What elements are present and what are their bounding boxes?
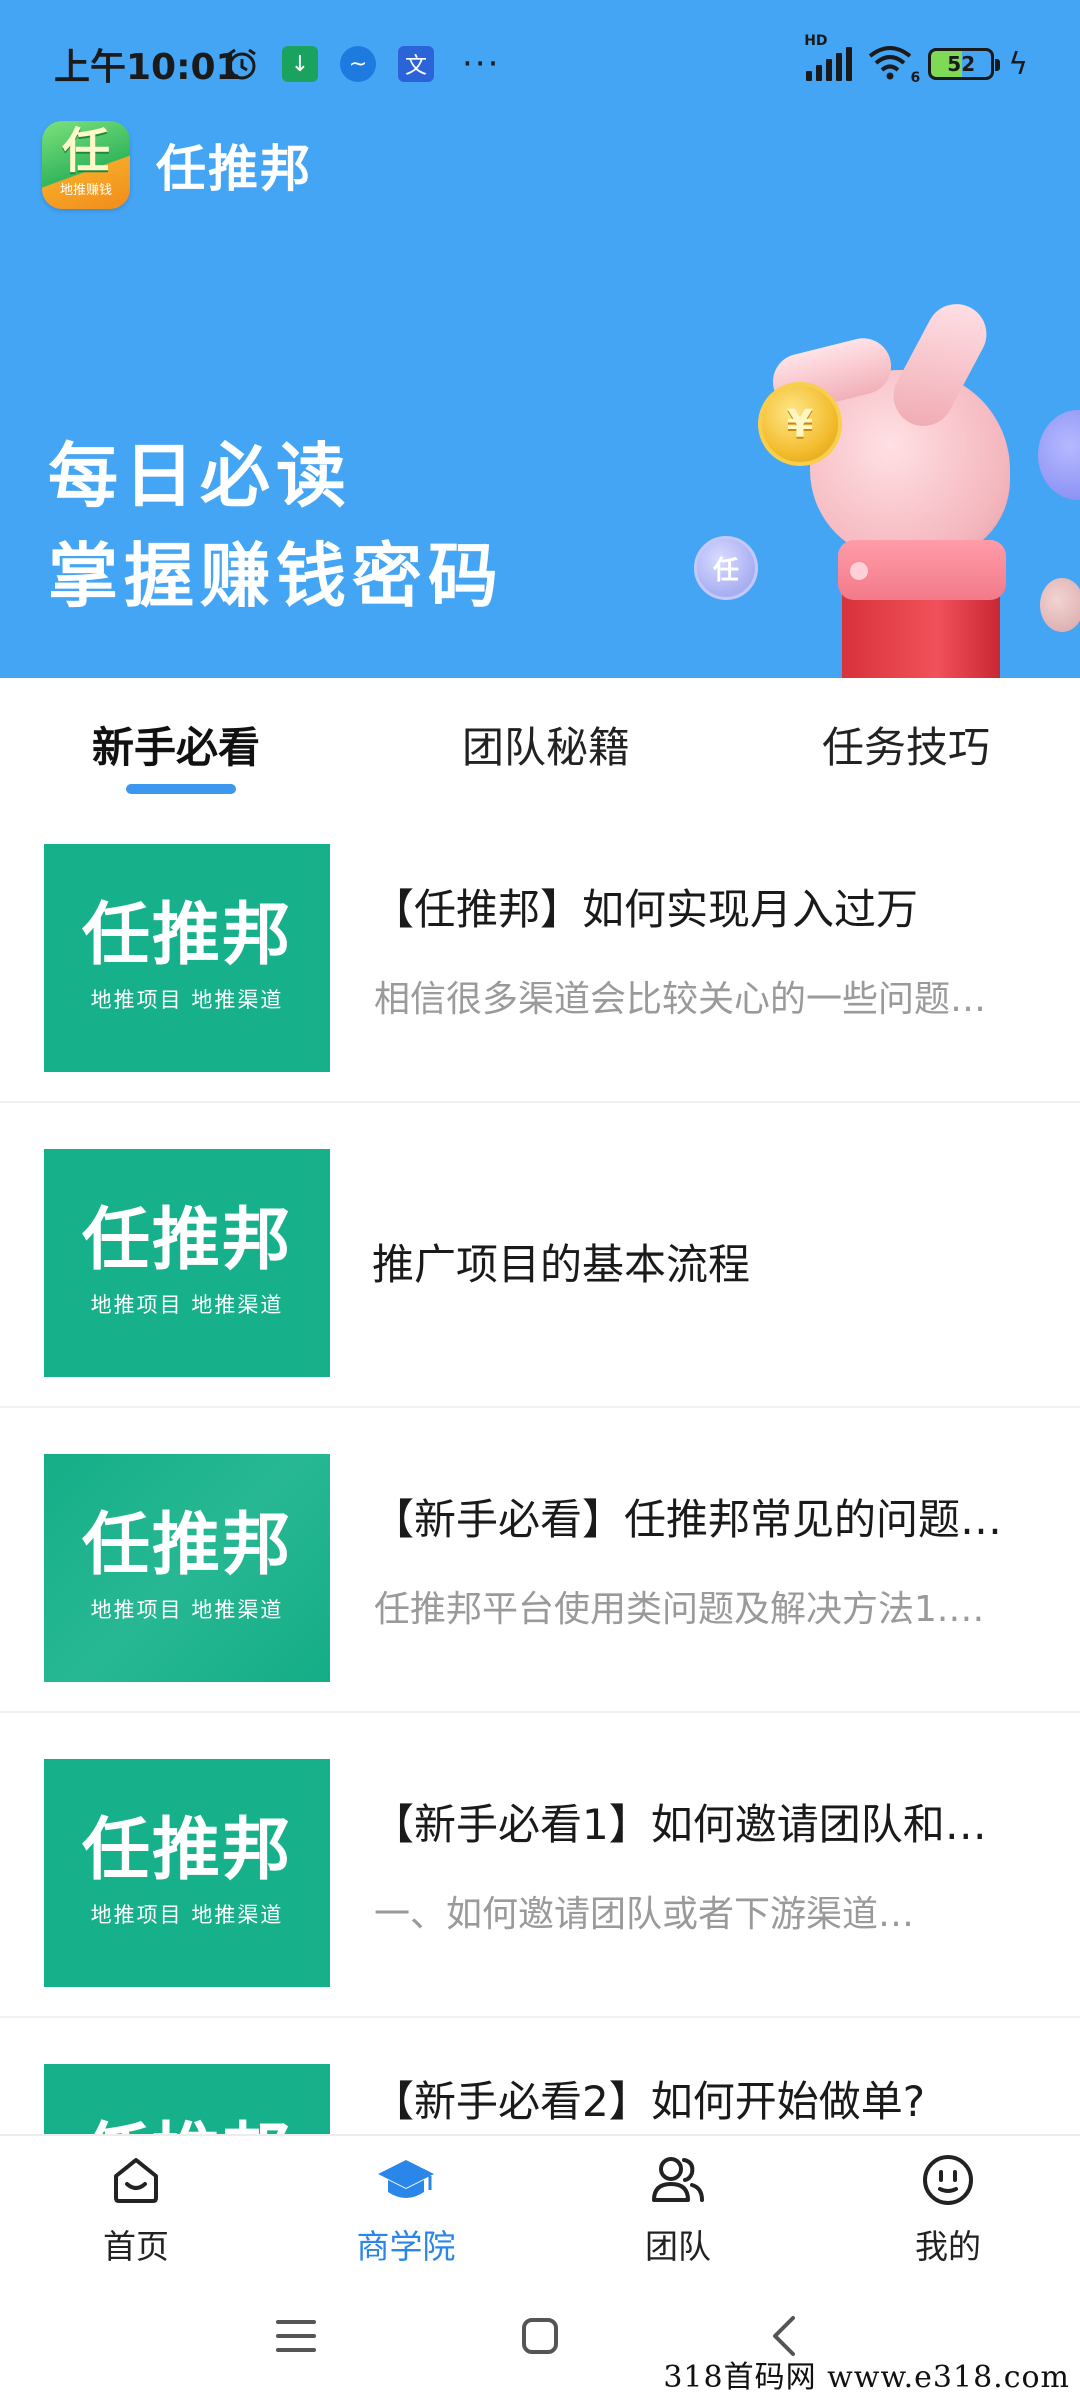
list-item[interactable]: 任推邦 地推项目 地推渠道 【新手必看2】如何开始做单? <box>0 2018 1080 2134</box>
wifi-6-label: 6 <box>910 70 921 86</box>
article-summary: 相信很多渠道会比较关心的一些问题… <box>374 979 987 1020</box>
bottom-navigation: 首页 商学院 团队 我的 <box>0 2134 1080 2270</box>
article-thumbnail: 任推邦 地推项目 地推渠道 <box>44 844 330 1072</box>
status-notification-icons: ↓ ~ 文 ··· <box>224 44 500 84</box>
list-item[interactable]: 任推邦 地推项目 地推渠道 推广项目的基本流程 <box>0 1103 1080 1408</box>
system-navigation-bar: 318首码网 www.e318.com <box>0 2270 1080 2400</box>
hero-banner: 上午10:01 ↓ ~ 文 ··· HD 6 52 ϟ 任 地推赚钱 任推邦 每… <box>0 0 1080 678</box>
article-title: 推广项目的基本流程 <box>372 1240 751 1289</box>
nav-team-label: 团队 <box>645 2227 711 2266</box>
article-title: 【新手必看2】如何开始做单? <box>372 2077 926 2126</box>
status-time: 上午10:01 <box>54 47 241 88</box>
app-title: 任推邦 <box>156 140 312 198</box>
team-icon <box>648 2150 708 2210</box>
nav-mine-label: 我的 <box>915 2227 981 2266</box>
list-item[interactable]: 任推邦 地推项目 地推渠道 【任推邦】如何实现月入过万 相信很多渠道会比较关心的… <box>0 798 1080 1103</box>
app-logo-tag: 地推赚钱 <box>59 182 112 198</box>
hand-holding-coin-illustration: ¥ <box>700 290 1080 678</box>
article-title: 【任推邦】如何实现月入过万 <box>372 885 919 934</box>
article-thumbnail: 任推邦 地推项目 地推渠道 <box>44 2064 330 2134</box>
app-logo: 任 地推赚钱 <box>42 121 130 209</box>
thumbnail-subtitle: 地推项目 地推渠道 <box>90 1293 284 1317</box>
article-thumbnail: 任推邦 地推项目 地推渠道 <box>44 1454 330 1682</box>
banner-subheadline: 掌握赚钱密码 <box>48 535 504 617</box>
active-tab-indicator <box>126 784 236 794</box>
alarm-icon <box>224 46 260 82</box>
more-notifications-icon: ··· <box>462 44 501 84</box>
cuff-button-illustration <box>850 562 868 580</box>
nav-home-label: 首页 <box>103 2227 169 2266</box>
article-thumbnail: 任推邦 地推项目 地推渠道 <box>44 1149 330 1377</box>
thumbnail-brand: 任推邦 <box>81 1506 292 1585</box>
article-title: 【新手必看1】如何邀请团队和… <box>372 1800 987 1849</box>
tab-task-skills[interactable]: 任务技巧 <box>822 714 990 775</box>
nav-business-school[interactable]: 商学院 <box>316 2150 496 2270</box>
tab-team-tips[interactable]: 团队秘籍 <box>462 714 630 775</box>
list-item[interactable]: 任推邦 地推项目 地推渠道 【新手必看1】如何邀请团队和… 一、如何邀请团队或者… <box>0 1713 1080 2018</box>
status-system-icons: HD 6 52 ϟ <box>804 33 1028 86</box>
article-summary: 一、如何邀请团队或者下游渠道… <box>374 1894 915 1935</box>
thumbnail-subtitle: 地推项目 地推渠道 <box>90 1598 284 1622</box>
wifi-icon: 6 <box>866 44 920 86</box>
graduation-cap-icon <box>376 2150 436 2210</box>
smiley-face-icon <box>918 2150 978 2210</box>
charging-icon: ϟ <box>1008 46 1028 82</box>
cell-signal-icon: HD <box>804 33 853 81</box>
battery-icon: 52 <box>928 48 1001 80</box>
battery-level: 52 <box>947 52 976 76</box>
app-logo-glyph: 任 <box>61 122 110 179</box>
thumbnail-brand: 任推邦 <box>82 2122 292 2135</box>
recent-apps-icon[interactable] <box>266 2306 326 2366</box>
nav-mine[interactable]: 我的 <box>858 2150 1038 2270</box>
thumbnail-brand: 任推邦 <box>81 1201 292 1280</box>
download-icon: ↓ <box>282 46 318 82</box>
list-item[interactable]: 任推邦 地推项目 地推渠道 【新手必看】任推邦常见的问题… 任推邦平台使用类问题… <box>0 1408 1080 1713</box>
home-button-icon[interactable] <box>510 2306 570 2366</box>
translate-icon: 文 <box>398 46 434 82</box>
watermark-text: 318首码网 www.e318.com <box>663 2360 1070 2395</box>
gold-coin-illustration: ¥ <box>758 382 842 466</box>
article-summary: 任推邦平台使用类问题及解决方法1.… <box>374 1589 985 1630</box>
nav-business-school-label: 商学院 <box>356 2227 456 2266</box>
home-icon <box>106 2150 166 2210</box>
app-bar: 任 地推赚钱 任推邦 <box>42 120 312 210</box>
hd-label: HD <box>804 33 828 49</box>
thumbnail-brand: 任推邦 <box>81 1811 292 1890</box>
article-title: 【新手必看】任推邦常见的问题… <box>372 1495 1003 1544</box>
article-list: 任推邦 地推项目 地推渠道 【任推邦】如何实现月入过万 相信很多渠道会比较关心的… <box>0 798 1080 2134</box>
nav-home[interactable]: 首页 <box>46 2150 226 2270</box>
app-notification-icon: ~ <box>340 46 376 82</box>
tab-newbie[interactable]: 新手必看 <box>92 714 260 775</box>
category-tabs: 新手必看 团队秘籍 任务技巧 <box>0 678 1080 798</box>
article-thumbnail: 任推邦 地推项目 地推渠道 <box>44 1759 330 1987</box>
status-bar: 上午10:01 ↓ ~ 文 ··· HD 6 52 ϟ <box>0 0 1080 120</box>
banner-headline: 每日必读 <box>48 435 352 517</box>
thumbnail-subtitle: 地推项目 地推渠道 <box>90 1903 284 1927</box>
thumbnail-brand: 任推邦 <box>81 896 292 975</box>
nav-team[interactable]: 团队 <box>588 2150 768 2270</box>
thumbnail-subtitle: 地推项目 地推渠道 <box>90 988 284 1012</box>
